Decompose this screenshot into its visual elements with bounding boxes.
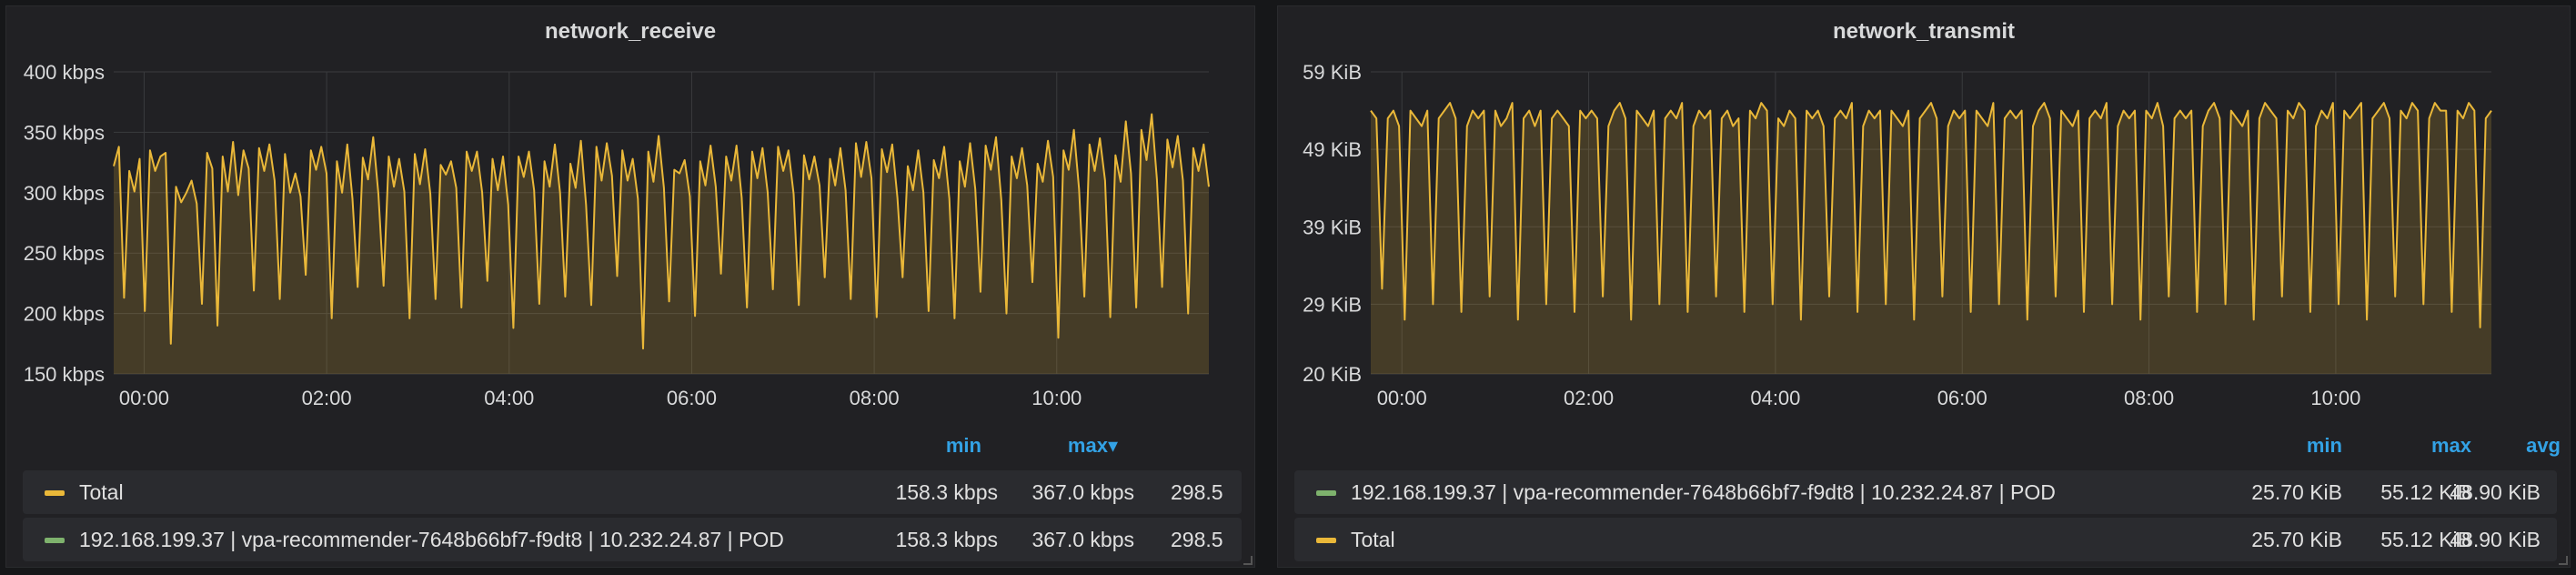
x-tick-label: 10:00: [1031, 387, 1082, 407]
series-area-fill: [1371, 103, 2491, 374]
x-tick-label: 02:00: [302, 387, 352, 407]
x-tick-label: 04:00: [484, 387, 534, 407]
y-tick-label: 350 kbps: [24, 121, 105, 144]
legend-avg-value: 48.90 KiB: [2450, 480, 2541, 504]
legend-min-value: 158.3 kbps: [895, 480, 998, 504]
series-color-swatch[interactable]: [45, 490, 65, 496]
x-tick-label: 02:00: [1564, 387, 1614, 407]
y-tick-label: 150 kbps: [24, 363, 105, 386]
legend-avg-value: 298.5 k: [1171, 480, 1223, 504]
legend-series-name[interactable]: 192.168.199.37 | vpa-recommender-7648b66…: [1351, 480, 2056, 505]
x-tick-label: 08:00: [2124, 387, 2174, 407]
y-tick-label: 59 KiB: [1303, 61, 1362, 84]
y-tick-label: 29 KiB: [1303, 293, 1362, 316]
legend-row[interactable]: Total 158.3 kbps 367.0 kbps 298.5 k: [23, 470, 1242, 514]
legend-max-value: 367.0 kbps: [1031, 480, 1134, 504]
y-tick-label: 400 kbps: [24, 61, 105, 84]
x-tick-label: 06:00: [667, 387, 717, 407]
x-tick-label: 00:00: [1377, 387, 1427, 407]
y-tick-label: 20 KiB: [1303, 363, 1362, 386]
legend-series-name[interactable]: Total: [1351, 528, 1395, 552]
series-color-swatch[interactable]: [45, 538, 65, 543]
y-tick-label: 200 kbps: [24, 303, 105, 326]
x-tick-label: 00:00: [119, 387, 169, 407]
legend-avg-value: 298.5 k: [1171, 528, 1223, 551]
y-tick-label: 39 KiB: [1303, 216, 1362, 238]
x-tick-label: 10:00: [2310, 387, 2360, 407]
y-tick-label: 300 kbps: [24, 182, 105, 205]
legend-series-name[interactable]: 192.168.199.37 | vpa-recommender-7648b66…: [79, 528, 784, 552]
legend-row[interactable]: 192.168.199.37 | vpa-recommender-7648b66…: [1294, 470, 2557, 514]
sort-desc-icon: ▾: [1107, 434, 1118, 457]
series-color-swatch[interactable]: [1316, 538, 1336, 543]
legend-series-name[interactable]: Total: [79, 480, 124, 505]
x-tick-label: 04:00: [1750, 387, 1800, 407]
x-tick-label: 08:00: [850, 387, 900, 407]
y-tick-label: 49 KiB: [1303, 138, 1362, 161]
network-receive-chart[interactable]: 150 kbps 200 kbps 250 kbps 300 kbps 350 kbps…: [6, 6, 1256, 407]
series-color-swatch[interactable]: [1316, 490, 1336, 496]
legend-header-avg[interactable]: avg: [2479, 434, 2561, 458]
legend-header-min[interactable]: min: [2233, 434, 2342, 458]
y-tick-label: 250 kbps: [24, 242, 105, 265]
network-receive-panel: network_receive 150 kbps 200 kbps 250 kbps…: [5, 5, 1255, 568]
legend-row[interactable]: Total 25.70 KiB 55.12 KiB 48.90 KiB: [1294, 518, 2557, 561]
legend-row[interactable]: 192.168.199.37 | vpa-recommender-7648b66…: [23, 518, 1242, 561]
resize-handle[interactable]: [1243, 556, 1253, 565]
legend-header-min[interactable]: min: [880, 434, 981, 458]
legend-header-max[interactable]: max: [2370, 434, 2471, 458]
network-transmit-panel: network_transmit 20 KiB 29 KiB 39 KiB 49 Ki…: [1277, 5, 2571, 568]
legend-max-value: 367.0 kbps: [1031, 528, 1134, 551]
legend-avg-value: 48.90 KiB: [2450, 528, 2541, 551]
legend-header-max-label: max: [1067, 434, 1108, 457]
resize-handle[interactable]: [2559, 556, 2568, 565]
legend-header-max[interactable]: max▾: [1016, 434, 1118, 458]
x-tick-label: 06:00: [1937, 387, 1987, 407]
network-transmit-chart[interactable]: 20 KiB 29 KiB 39 KiB 49 KiB 59 KiB 00:00 02:00…: [1278, 6, 2571, 407]
legend-min-value: 158.3 kbps: [895, 528, 998, 551]
